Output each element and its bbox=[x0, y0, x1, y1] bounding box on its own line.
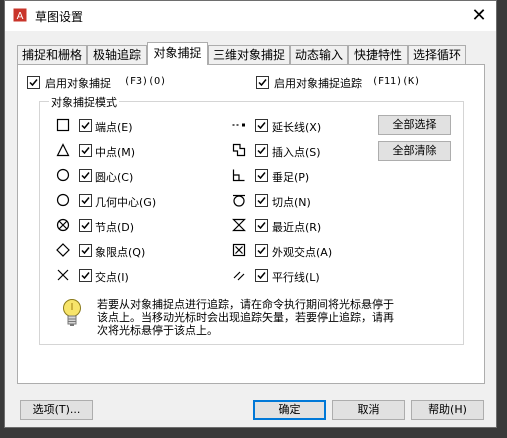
title-bar: A 草图设置 ✕ bbox=[5, 1, 496, 31]
node-checkbox[interactable] bbox=[79, 219, 92, 232]
apparent-intersection-checkbox[interactable] bbox=[255, 244, 268, 257]
tangent-checkbox[interactable] bbox=[255, 194, 268, 207]
node-label: 节点(D) bbox=[95, 221, 135, 234]
ok-button[interactable]: 确定 bbox=[253, 400, 326, 420]
hint-line-2: 该点上。当移动光标时会出现追踪矢量，若要停止追踪，请再 bbox=[97, 311, 394, 324]
object-snap-panel: 启用对象捕捉 (F3)(O) 启用对象捕捉追踪 (F11)(K) 对象捕捉模式 … bbox=[17, 64, 485, 384]
tab-dynamic-input[interactable]: 动态输入 bbox=[290, 45, 348, 64]
close-icon[interactable]: ✕ bbox=[462, 1, 496, 31]
center-checkbox[interactable] bbox=[79, 169, 92, 182]
tab-snap-grid[interactable]: 捕捉和栅格 bbox=[17, 45, 87, 64]
osnap-on-checkbox[interactable] bbox=[27, 76, 40, 89]
osnap-on-shortcut: (F3)(O) bbox=[124, 76, 167, 87]
help-button[interactable]: 帮助(H) bbox=[411, 400, 484, 420]
diamond-quadrant-icon bbox=[56, 243, 70, 257]
osnap-tracking-label: 启用对象捕捉追踪 bbox=[274, 77, 362, 90]
checkmark-icon bbox=[257, 247, 266, 255]
clear-all-button[interactable]: 全部清除 bbox=[378, 141, 451, 161]
intersection-checkbox[interactable] bbox=[79, 269, 92, 282]
svg-text:A: A bbox=[17, 11, 24, 22]
checkmark-icon bbox=[81, 197, 90, 205]
extension-checkbox[interactable] bbox=[255, 119, 268, 132]
osnap-on-label: 启用对象捕捉 bbox=[45, 77, 111, 90]
endpoint-checkbox[interactable] bbox=[79, 119, 92, 132]
checkmark-icon bbox=[257, 222, 266, 230]
parallel-icon bbox=[233, 271, 245, 281]
geometric-center-checkbox[interactable] bbox=[79, 194, 92, 207]
hint-line-3: 次将光标悬停于该点上。 bbox=[97, 324, 218, 337]
window-title: 草图设置 bbox=[35, 10, 84, 24]
tab-selection-cycling[interactable]: 选择循环 bbox=[408, 45, 466, 64]
parallel-label: 平行线(L) bbox=[272, 271, 320, 284]
circle-center-icon bbox=[56, 168, 70, 182]
midpoint-label: 中点(M) bbox=[95, 146, 136, 159]
perpendicular-icon bbox=[232, 169, 245, 182]
checkmark-icon bbox=[257, 172, 266, 180]
apparent-intersection-label: 外观交点(A) bbox=[272, 246, 333, 259]
checkmark-icon bbox=[257, 197, 266, 205]
parallel-checkbox[interactable] bbox=[255, 269, 268, 282]
checkmark-icon bbox=[81, 222, 90, 230]
nearest-label: 最近点(R) bbox=[272, 221, 322, 234]
osnap-tracking-shortcut: (F11)(K) bbox=[372, 76, 421, 87]
tracking-hint: 若要从对象捕捉点进行追踪，请在命令执行期间将光标悬停于 该点上。当移动光标时会出… bbox=[97, 298, 447, 337]
quadrant-checkbox[interactable] bbox=[79, 244, 92, 257]
circle-geometric-center-icon bbox=[56, 193, 70, 207]
tab-object-snap[interactable]: 对象捕捉 bbox=[147, 42, 208, 65]
hint-line-1: 若要从对象捕捉点进行追踪，请在命令执行期间将光标悬停于 bbox=[97, 298, 394, 311]
checkmark-icon bbox=[258, 79, 267, 87]
tangent-label: 切点(N) bbox=[272, 196, 311, 209]
select-all-button[interactable]: 全部选择 bbox=[378, 115, 451, 135]
checkmark-icon bbox=[257, 147, 266, 155]
extension-label: 延长线(X) bbox=[272, 121, 322, 134]
app-icon: A bbox=[13, 8, 27, 22]
x-intersection-icon bbox=[57, 269, 69, 281]
options-button[interactable]: 选项(T)... bbox=[20, 400, 93, 420]
dashes-extension-icon bbox=[232, 123, 245, 127]
endpoint-label: 端点(E) bbox=[95, 121, 133, 134]
insertion-label: 插入点(S) bbox=[272, 146, 321, 159]
boxed-x-apparent-icon bbox=[232, 243, 246, 257]
perpendicular-label: 垂足(P) bbox=[272, 171, 310, 184]
perpendicular-checkbox[interactable] bbox=[255, 169, 268, 182]
intersection-label: 交点(I) bbox=[95, 271, 129, 284]
checkmark-icon bbox=[257, 122, 266, 130]
checkmark-icon bbox=[257, 272, 266, 280]
midpoint-checkbox[interactable] bbox=[79, 144, 92, 157]
tab-quick-properties[interactable]: 快捷特性 bbox=[348, 45, 408, 64]
osnap-tracking-checkbox[interactable] bbox=[256, 76, 269, 89]
hourglass-nearest-icon bbox=[232, 218, 246, 232]
checkmark-icon bbox=[81, 247, 90, 255]
nearest-checkbox[interactable] bbox=[255, 219, 268, 232]
lightbulb-icon bbox=[63, 299, 81, 326]
insertion-icon bbox=[232, 143, 246, 157]
group-title: 对象捕捉模式 bbox=[49, 94, 119, 110]
tab-3d-object-snap[interactable]: 三维对象捕捉 bbox=[208, 45, 290, 64]
geometric-center-label: 几何中心(G) bbox=[95, 196, 157, 209]
cancel-button[interactable]: 取消 bbox=[332, 400, 405, 420]
checkmark-icon bbox=[81, 272, 90, 280]
tangent-icon bbox=[233, 194, 245, 207]
checkmark-icon bbox=[81, 172, 90, 180]
drafting-settings-dialog: A 草图设置 ✕ 捕捉和栅格 极轴追踪 对象捕捉 三维对象捕捉 动态输入 快捷特… bbox=[4, 0, 497, 428]
checkmark-icon bbox=[81, 147, 90, 155]
square-endpoint-icon bbox=[56, 118, 70, 132]
circle-x-node-icon bbox=[56, 218, 70, 232]
quadrant-label: 象限点(Q) bbox=[95, 246, 146, 259]
center-label: 圆心(C) bbox=[95, 171, 134, 184]
insertion-checkbox[interactable] bbox=[255, 144, 268, 157]
triangle-midpoint-icon bbox=[56, 143, 70, 157]
checkmark-icon bbox=[81, 122, 90, 130]
tab-polar-tracking[interactable]: 极轴追踪 bbox=[87, 45, 147, 64]
checkmark-icon bbox=[29, 79, 38, 87]
